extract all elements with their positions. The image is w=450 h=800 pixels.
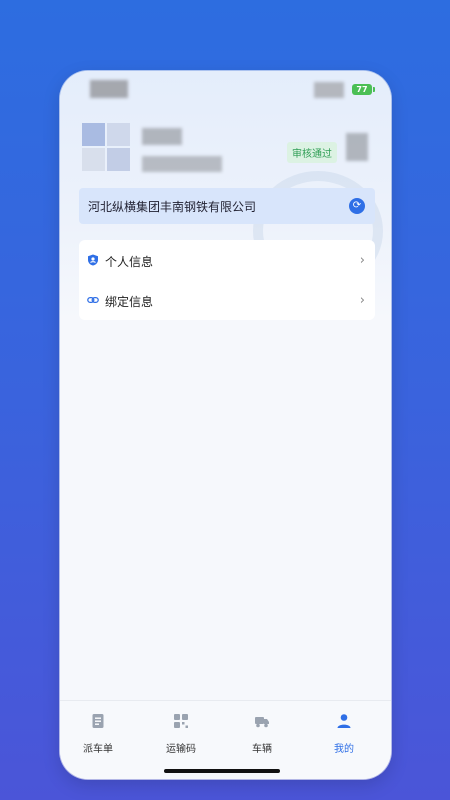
- tab-dispatch-order[interactable]: 派车单: [68, 713, 128, 755]
- tab-transport-code[interactable]: 运输码: [151, 713, 211, 755]
- user-icon: [337, 714, 351, 728]
- shield-user-icon: [88, 254, 98, 266]
- link-icon: [87, 296, 99, 304]
- menu-item-personal-info[interactable]: 个人信息 ›: [79, 240, 375, 280]
- status-badge: 审核通过: [287, 142, 337, 163]
- menu-item-label: 绑定信息: [105, 295, 154, 309]
- battery-indicator: 77: [352, 84, 372, 95]
- tab-label: 车辆: [252, 744, 272, 755]
- status-bar: 77: [60, 71, 391, 109]
- content-area: [60, 321, 391, 701]
- truck-icon: [255, 717, 269, 728]
- menu-item-binding-info[interactable]: 绑定信息 ›: [79, 280, 375, 320]
- company-name: 河北纵横集团丰南钢铁有限公司: [88, 200, 257, 214]
- chevron-right-icon: ›: [359, 293, 365, 308]
- tab-bar: 派车单 运输码 车辆 我的: [60, 700, 391, 779]
- avatar[interactable]: [82, 123, 130, 171]
- battery-tip: [373, 87, 375, 92]
- switch-company-icon[interactable]: ⟳: [349, 198, 365, 214]
- tab-label: 派车单: [83, 744, 113, 755]
- signal-redacted: [314, 82, 344, 98]
- menu-card: 个人信息 › 绑定信息 ›: [79, 240, 375, 320]
- user-name-redacted: [142, 128, 182, 145]
- user-phone-redacted: [142, 156, 222, 172]
- chevron-right-icon: ›: [359, 253, 365, 268]
- tab-vehicles[interactable]: 车辆: [232, 713, 292, 755]
- status-time-redacted: [90, 80, 128, 98]
- menu-item-label: 个人信息: [105, 255, 154, 269]
- phone-screen: 77 审核通过 河北纵横集团丰南钢铁有限公司 ⟳ 个人信息 › 绑定信息 › 派…: [60, 71, 391, 779]
- qr-thumbnail-redacted[interactable]: [346, 133, 368, 161]
- home-indicator[interactable]: [164, 769, 280, 773]
- tab-label: 运输码: [166, 744, 196, 755]
- document-icon: [92, 714, 104, 728]
- tab-label: 我的: [334, 744, 354, 755]
- qr-code-icon: [174, 714, 188, 728]
- tab-mine[interactable]: 我的: [314, 713, 374, 755]
- company-bar[interactable]: 河北纵横集团丰南钢铁有限公司 ⟳: [79, 188, 375, 224]
